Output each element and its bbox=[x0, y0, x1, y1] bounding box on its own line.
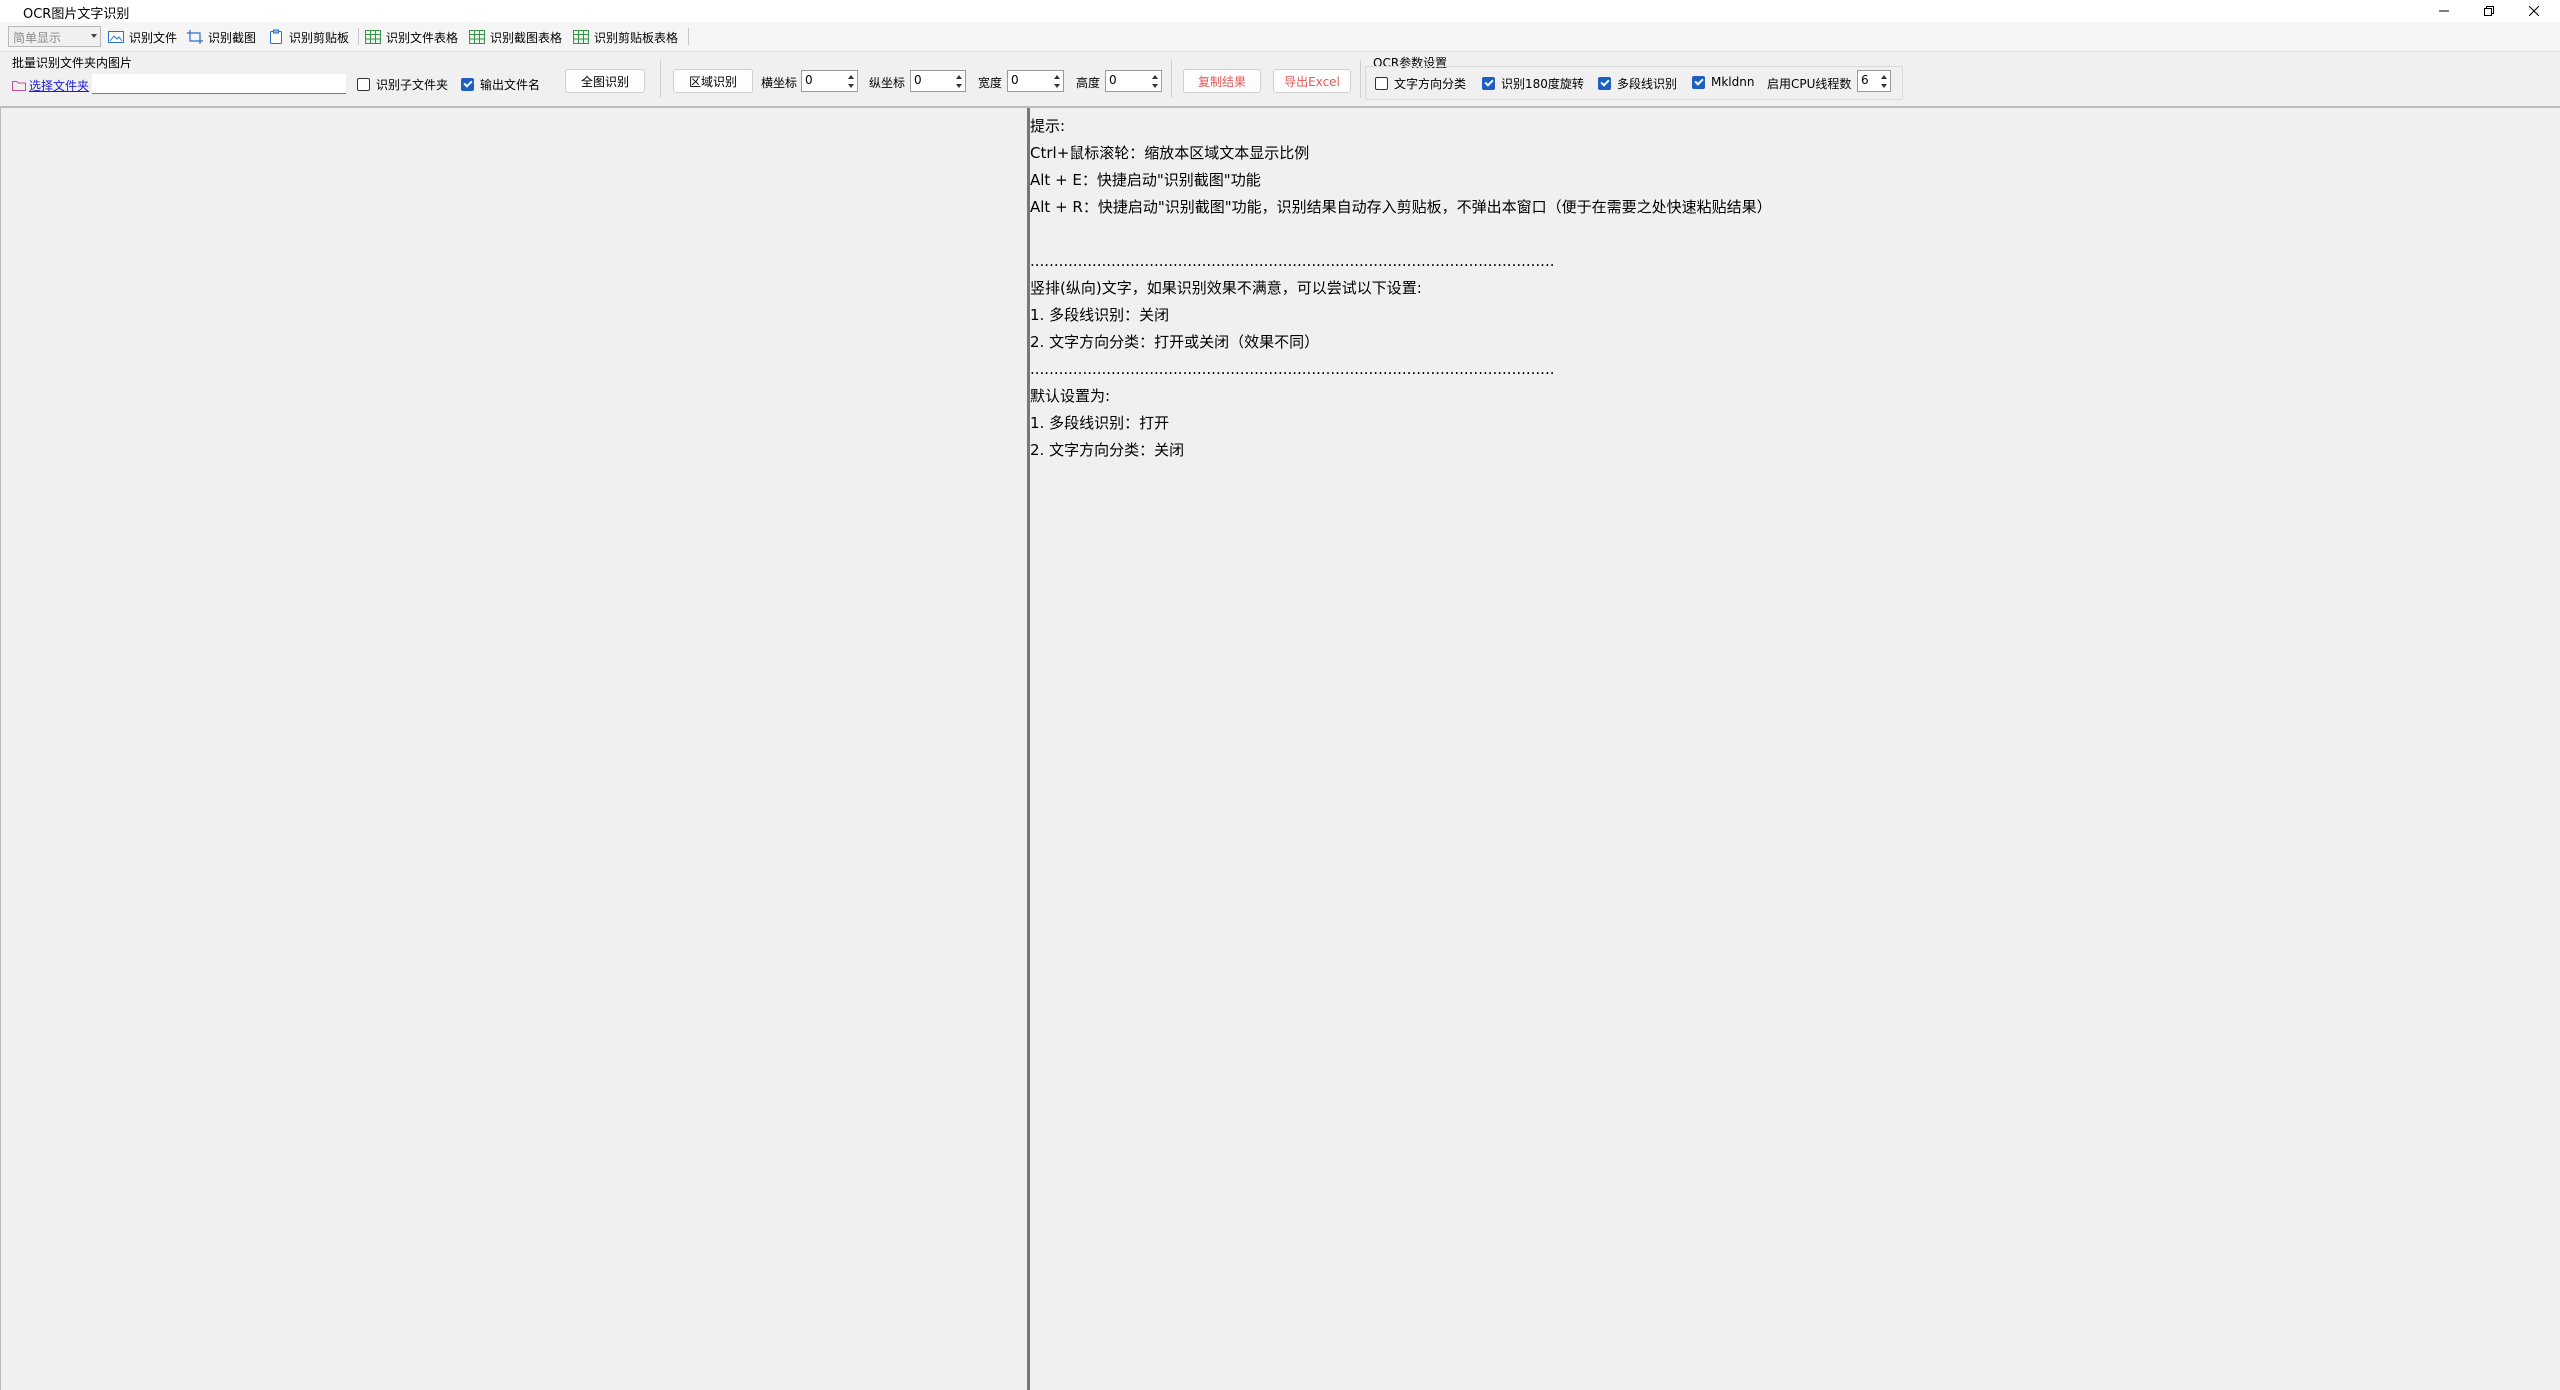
spin-up-icon[interactable] bbox=[1150, 72, 1160, 81]
mkldnn-checkbox[interactable]: Mkldnn bbox=[1692, 75, 1754, 89]
x-coord-value: 0 bbox=[805, 73, 813, 87]
table-icon bbox=[572, 29, 590, 45]
recognize-screenshot-button[interactable]: 识别截图 bbox=[186, 27, 256, 47]
title-bar: OCR图片文字识别 bbox=[0, 0, 2560, 22]
display-mode-value: 简单显示 bbox=[13, 31, 62, 45]
include-subfolders-box bbox=[357, 78, 370, 91]
chevron-down-icon bbox=[91, 34, 97, 38]
output-filename-checkbox[interactable]: 输出文件名 bbox=[461, 76, 540, 93]
spin-up-icon[interactable] bbox=[954, 72, 964, 81]
recognize-screenshot-table-button[interactable]: 识别截图表格 bbox=[468, 27, 562, 47]
result-line: 2. 文字方向分类：关闭 bbox=[1030, 441, 1185, 459]
toolbar-separator bbox=[688, 28, 689, 45]
rotate180-checkbox[interactable]: 识别180度旋转 bbox=[1482, 75, 1584, 92]
cpu-threads-stepper[interactable]: 6 bbox=[1857, 70, 1891, 92]
folder-icon bbox=[12, 80, 26, 91]
height-label: 高度 bbox=[1076, 76, 1101, 90]
y-coord-label: 纵坐标 bbox=[869, 76, 906, 90]
spin-down-icon[interactable] bbox=[846, 81, 856, 90]
recognize-file-table-label: 识别文件表格 bbox=[386, 30, 459, 45]
spin-up-icon[interactable] bbox=[1879, 72, 1889, 81]
text-direction-checkbox[interactable]: 文字方向分类 bbox=[1375, 75, 1466, 92]
result-line: 默认设置为: bbox=[1030, 387, 1111, 405]
result-line: Ctrl+鼠标滚轮：缩放本区域文本显示比例 bbox=[1030, 144, 1310, 162]
recognize-file-button[interactable]: 识别文件 bbox=[107, 27, 177, 47]
recognize-clipboard-label: 识别剪贴板 bbox=[289, 30, 350, 45]
display-mode-select[interactable]: 简单显示 bbox=[8, 26, 101, 47]
result-line: Alt + R：快捷启动"识别截图"功能，识别结果自动存入剪贴板，不弹出本窗口（… bbox=[1030, 198, 1772, 216]
multiline-label: 多段线识别 bbox=[1617, 77, 1678, 91]
choose-folder-label: 选择文件夹 bbox=[29, 79, 90, 93]
image-preview-pane[interactable] bbox=[0, 108, 1027, 1390]
include-subfolders-checkbox[interactable]: 识别子文件夹 bbox=[357, 76, 448, 93]
recognize-screenshot-label: 识别截图 bbox=[208, 30, 257, 45]
result-line: 2. 文字方向分类：打开或关闭（效果不同） bbox=[1030, 333, 1320, 351]
y-coord-value: 0 bbox=[914, 73, 922, 87]
spin-down-icon[interactable] bbox=[954, 81, 964, 90]
export-excel-button[interactable]: 导出Excel bbox=[1273, 69, 1351, 93]
height-stepper[interactable]: 0 bbox=[1105, 70, 1162, 92]
result-line: ........................................… bbox=[1030, 360, 1555, 378]
spin-down-icon[interactable] bbox=[1052, 81, 1062, 90]
close-icon[interactable] bbox=[2512, 0, 2556, 22]
result-line: 提示: bbox=[1030, 117, 1066, 135]
text-direction-box bbox=[1375, 77, 1388, 90]
result-line bbox=[1030, 221, 2560, 248]
spin-up-icon[interactable] bbox=[846, 72, 856, 81]
spin-down-icon[interactable] bbox=[1879, 81, 1889, 90]
width-stepper[interactable]: 0 bbox=[1007, 70, 1064, 92]
region-recognize-button[interactable]: 区域识别 bbox=[673, 69, 753, 93]
table-icon bbox=[468, 29, 486, 45]
result-line: 1. 多段线识别：关闭 bbox=[1030, 306, 1170, 324]
recognize-clipboard-table-button[interactable]: 识别剪贴板表格 bbox=[572, 27, 678, 47]
spin-up-icon[interactable] bbox=[1052, 72, 1062, 81]
recognize-clipboard-button[interactable]: 识别剪贴板 bbox=[267, 27, 349, 47]
minimize-icon[interactable] bbox=[2422, 0, 2466, 22]
choose-folder-link[interactable]: 选择文件夹 bbox=[12, 77, 89, 94]
copy-result-button[interactable]: 复制结果 bbox=[1183, 69, 1261, 93]
spin-down-icon[interactable] bbox=[1150, 81, 1160, 90]
batch-group-label: 批量识别文件夹内图片 bbox=[12, 56, 133, 70]
mkldnn-box bbox=[1692, 75, 1705, 89]
screenshot-crop-icon bbox=[186, 29, 204, 45]
group-separator bbox=[1360, 60, 1361, 98]
cpu-threads-label: 启用CPU线程数 bbox=[1767, 77, 1852, 91]
rotate180-box bbox=[1482, 77, 1495, 90]
rotate180-label: 识别180度旋转 bbox=[1501, 77, 1584, 91]
recognize-all-button[interactable]: 全图识别 bbox=[565, 69, 645, 93]
width-value: 0 bbox=[1011, 73, 1019, 87]
window-title: OCR图片文字识别 bbox=[23, 7, 130, 22]
text-direction-label: 文字方向分类 bbox=[1394, 77, 1467, 91]
include-subfolders-label: 识别子文件夹 bbox=[376, 78, 449, 92]
group-separator bbox=[1171, 60, 1172, 98]
result-line: 竖排(纵向)文字，如果识别效果不满意，可以尝试以下设置: bbox=[1030, 279, 1422, 297]
recognize-file-table-button[interactable]: 识别文件表格 bbox=[364, 27, 458, 47]
multiline-checkbox[interactable]: 多段线识别 bbox=[1598, 75, 1677, 92]
result-text-pane[interactable]: 提示: Ctrl+鼠标滚轮：缩放本区域文本显示比例 Alt + E：快捷启动"识… bbox=[1030, 108, 2560, 1390]
image-file-icon bbox=[107, 29, 125, 45]
x-coord-stepper[interactable]: 0 bbox=[801, 70, 858, 92]
result-line: Alt + E：快捷启动"识别截图"功能 bbox=[1030, 171, 1261, 189]
y-coord-stepper[interactable]: 0 bbox=[910, 70, 966, 92]
cpu-threads-value: 6 bbox=[1861, 73, 1869, 87]
clipboard-icon bbox=[267, 29, 285, 45]
recognize-screenshot-table-label: 识别截图表格 bbox=[490, 30, 563, 45]
output-filename-box bbox=[461, 78, 474, 91]
toolbar: 简单显示 识别文件 识别截图 识别剪贴板 识别文件表格 识别截图表格 识别剪贴板… bbox=[0, 22, 2560, 52]
x-coord-label: 横坐标 bbox=[761, 76, 798, 90]
mkldnn-label: Mkldnn bbox=[1711, 75, 1755, 89]
table-icon bbox=[364, 29, 382, 45]
multiline-box bbox=[1598, 77, 1611, 90]
output-filename-label: 输出文件名 bbox=[480, 78, 541, 92]
recognize-clipboard-table-label: 识别剪贴板表格 bbox=[594, 30, 679, 45]
width-label: 宽度 bbox=[978, 76, 1003, 90]
restore-icon[interactable] bbox=[2467, 0, 2511, 22]
result-line: ........................................… bbox=[1030, 252, 1555, 270]
recognize-file-label: 识别文件 bbox=[129, 30, 178, 45]
toolbar-separator bbox=[358, 28, 359, 45]
height-value: 0 bbox=[1109, 73, 1117, 87]
result-line: 1. 多段线识别：打开 bbox=[1030, 414, 1170, 432]
folder-path-input[interactable] bbox=[92, 74, 346, 94]
group-separator bbox=[660, 60, 661, 98]
